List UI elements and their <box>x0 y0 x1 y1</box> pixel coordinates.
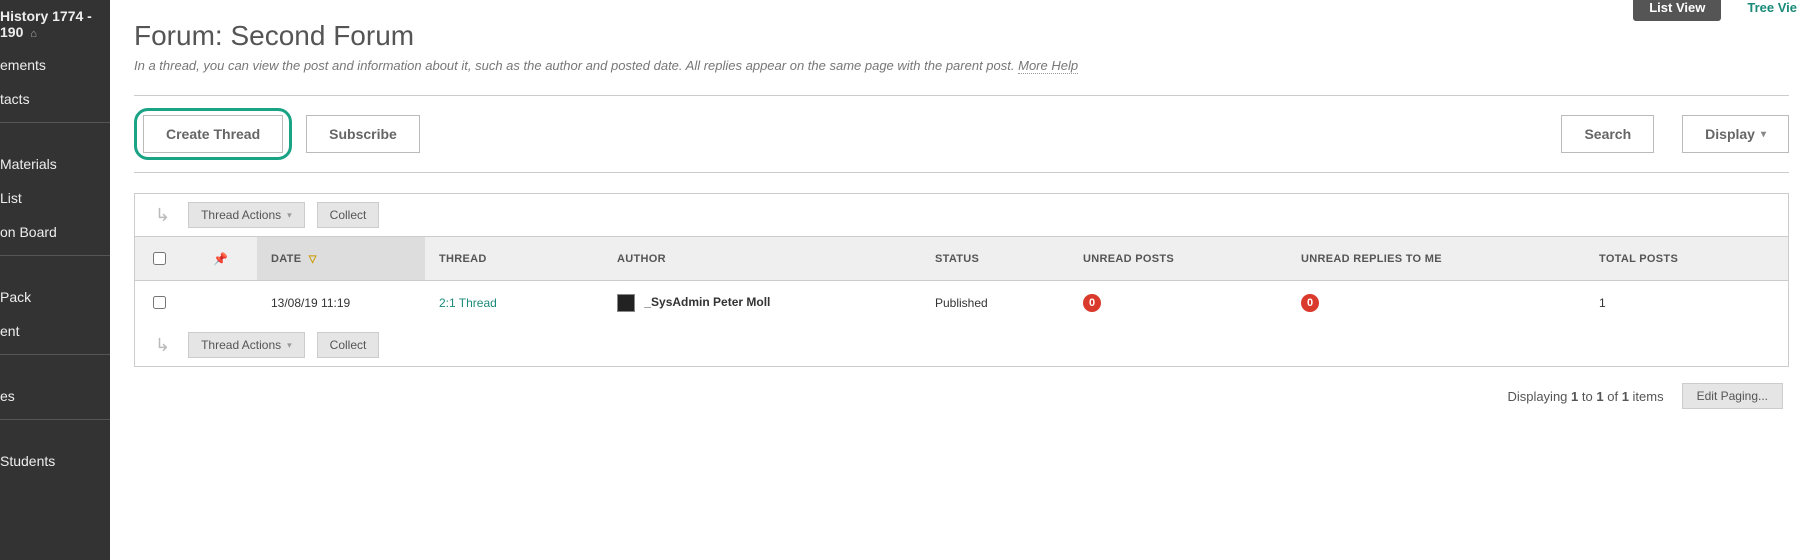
unread-replies-column-header[interactable]: UNREAD REPLIES TO ME <box>1287 237 1585 281</box>
paging-bar: Displaying 1 to 1 of 1 items Edit Paging… <box>134 367 1789 425</box>
sidebar-item[interactable]: Pack <box>0 280 110 314</box>
unread-posts-column-header[interactable]: UNREAD POSTS <box>1069 237 1287 281</box>
subscribe-button[interactable]: Subscribe <box>306 115 420 153</box>
paging-total: 1 <box>1622 389 1629 404</box>
row-date: 13/08/19 11:19 <box>257 281 425 325</box>
author-column-header[interactable]: AUTHOR <box>603 237 921 281</box>
pin-icon[interactable]: 📌 <box>213 252 228 266</box>
paging-from: 1 <box>1571 389 1578 404</box>
arrow-right-icon: ↳ <box>155 335 170 356</box>
total-posts-column-header[interactable]: TOTAL POSTS <box>1585 237 1788 281</box>
paging-items-word: items <box>1633 389 1664 404</box>
page-description-text: In a thread, you can view the post and i… <box>134 58 1014 73</box>
main-content: List View Tree Vie Forum: Second Forum I… <box>110 0 1813 560</box>
sort-down-icon: ▽ <box>309 254 317 265</box>
toolbar-right: Search Display ▾ <box>1561 115 1789 153</box>
thread-actions-bottom: ↳ Thread Actions ▾ Collect <box>135 324 1788 366</box>
display-button-label: Display <box>1705 126 1755 142</box>
date-label: DATE <box>271 253 301 265</box>
divider <box>0 255 110 274</box>
unread-posts-badge[interactable]: 0 <box>1083 294 1101 312</box>
author-name: _SysAdmin Peter Moll <box>644 295 770 309</box>
home-icon: ⌂ <box>30 28 37 40</box>
page-title: Forum: Second Forum <box>134 20 1789 52</box>
sidebar-item[interactable]: es <box>0 379 110 413</box>
thread-column-header[interactable]: THREAD <box>425 237 603 281</box>
sidebar-item[interactable]: List <box>0 181 110 215</box>
course-title-text: History 1774 - 190 <box>0 8 92 40</box>
search-button[interactable]: Search <box>1561 115 1654 153</box>
sidebar-item[interactable]: tacts <box>0 82 110 116</box>
display-button[interactable]: Display ▾ <box>1682 115 1789 153</box>
row-total-posts: 1 <box>1585 281 1788 325</box>
create-thread-highlight: Create Thread <box>134 108 292 160</box>
list-view-tab[interactable]: List View <box>1633 0 1721 21</box>
edit-paging-button[interactable]: Edit Paging... <box>1682 383 1783 409</box>
thread-link[interactable]: 2:1 Thread <box>439 296 497 310</box>
paging-to: 1 <box>1596 389 1603 404</box>
divider <box>0 122 110 141</box>
thread-actions-label: Thread Actions <box>201 208 281 222</box>
sidebar-item[interactable]: on Board <box>0 215 110 249</box>
create-thread-button[interactable]: Create Thread <box>143 115 283 153</box>
table-header-row: 📌 DATE ▽ THREAD AUTHOR STATUS UNREAD POS… <box>135 237 1788 281</box>
sidebar-item[interactable]: Materials <box>0 147 110 181</box>
thread-actions-button[interactable]: Thread Actions ▾ <box>188 332 305 358</box>
sidebar-item[interactable]: ent <box>0 314 110 348</box>
paging-prefix: Displaying <box>1507 389 1571 404</box>
date-column-header[interactable]: DATE ▽ <box>257 237 425 281</box>
status-column-header[interactable]: STATUS <box>921 237 1069 281</box>
paging-of-word: of <box>1607 389 1621 404</box>
row-checkbox[interactable] <box>153 296 166 309</box>
chevron-down-icon: ▾ <box>287 340 292 351</box>
avatar <box>617 294 635 312</box>
select-all-checkbox[interactable] <box>153 252 166 265</box>
forum-toolbar: Create Thread Subscribe Search Display ▾ <box>134 95 1789 173</box>
paging-text: Displaying 1 to 1 of 1 items <box>1507 389 1663 404</box>
tree-view-tab[interactable]: Tree Vie <box>1731 0 1813 21</box>
row-status: Published <box>921 281 1069 325</box>
divider <box>0 354 110 373</box>
sidebar-item[interactable]: ements <box>0 48 110 82</box>
course-sidebar: History 1774 - 190 ⌂ ements tacts Materi… <box>0 0 110 560</box>
collect-button[interactable]: Collect <box>317 332 380 358</box>
chevron-down-icon: ▾ <box>1761 129 1766 140</box>
view-tabs: List View Tree Vie <box>1633 0 1813 21</box>
unread-replies-badge[interactable]: 0 <box>1301 294 1319 312</box>
thread-actions-label: Thread Actions <box>201 338 281 352</box>
collect-button[interactable]: Collect <box>317 202 380 228</box>
paging-to-word: to <box>1582 389 1596 404</box>
table-row: 13/08/19 11:19 2:1 Thread _SysAdmin Pete… <box>135 281 1788 325</box>
page-description: In a thread, you can view the post and i… <box>134 58 1789 73</box>
threads-table: 📌 DATE ▽ THREAD AUTHOR STATUS UNREAD POS… <box>135 236 1788 324</box>
sidebar-item[interactable]: Students <box>0 444 110 478</box>
arrow-right-icon: ↳ <box>155 205 170 226</box>
divider <box>0 419 110 438</box>
course-title[interactable]: History 1774 - 190 ⌂ <box>0 0 110 48</box>
more-help-link[interactable]: More Help <box>1018 58 1078 74</box>
thread-list-card: ↳ Thread Actions ▾ Collect 📌 DATE ▽ THRE… <box>134 193 1789 367</box>
chevron-down-icon: ▾ <box>287 210 292 221</box>
row-author[interactable]: _SysAdmin Peter Moll <box>603 281 921 325</box>
thread-actions-top: ↳ Thread Actions ▾ Collect <box>135 194 1788 236</box>
thread-actions-button[interactable]: Thread Actions ▾ <box>188 202 305 228</box>
